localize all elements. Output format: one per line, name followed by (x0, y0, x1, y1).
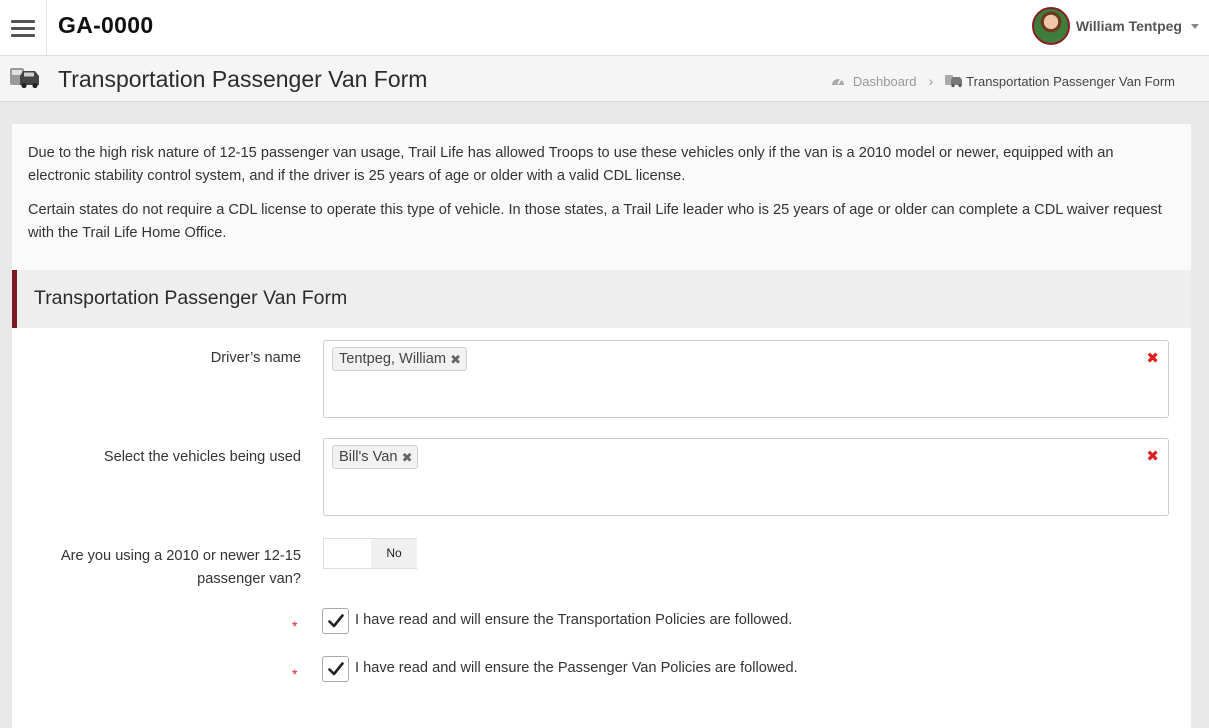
driver-name-label: Driver’s name (210, 350, 301, 366)
remove-tag-icon[interactable]: ✖ (402, 447, 413, 469)
driver-name-select[interactable]: Tentpeg, William ✖ ✖ (323, 340, 1169, 418)
passenger-van-policies-label: I have read and will ensure the Passenge… (355, 660, 798, 676)
required-marker: * (292, 666, 298, 682)
passenger-van-policies-checkbox[interactable] (322, 656, 349, 682)
clear-icon[interactable]: ✖ (1146, 447, 1159, 465)
breadcrumb: Dashboard › Transportation Passenger Van… (831, 73, 1175, 89)
intro-paragraph-1: Due to the high risk nature of 12-15 pas… (28, 145, 1114, 184)
van-car-icon (945, 75, 963, 88)
chevron-right-icon: › (928, 73, 934, 89)
top-navbar: GA-0000 William Tentpeg (0, 0, 1209, 56)
van-question-label: Are you using a 2010 or newer 12-15 pass… (61, 545, 301, 591)
driver-tag-text: Tentpeg, William (339, 351, 447, 367)
intro-paragraph-2: Certain states do not require a CDL lice… (28, 202, 1162, 241)
avatar (1031, 7, 1070, 45)
intro-text: Due to the high risk nature of 12-15 pas… (12, 124, 1191, 245)
transportation-policies-checkbox[interactable] (322, 608, 349, 634)
hamburger-menu-button[interactable] (0, 0, 47, 55)
hamburger-icon (11, 18, 35, 38)
user-name: William Tentpeg (1075, 18, 1182, 34)
vehicles-select[interactable]: Bill's Van ✖ ✖ (323, 438, 1169, 516)
clear-icon[interactable]: ✖ (1146, 349, 1159, 367)
form-body: Driver’s name Tentpeg, William ✖ ✖ Selec… (12, 328, 1191, 728)
form-section-title: Transportation Passenger Van Form (34, 287, 348, 309)
remove-tag-icon[interactable]: ✖ (450, 349, 461, 371)
transportation-policies-label: I have read and will ensure the Transpor… (355, 612, 793, 628)
van-2010-toggle[interactable]: No (323, 538, 417, 569)
form-section-header: Transportation Passenger Van Form (12, 270, 1191, 328)
checkmark-icon (328, 662, 344, 676)
van-question-line-2: passenger van? (197, 571, 301, 587)
breadcrumb-current: Transportation Passenger Van Form (966, 73, 1175, 89)
app-title: GA-0000 (58, 12, 154, 38)
user-menu[interactable]: William Tentpeg (1031, 6, 1199, 46)
page-title: Transportation Passenger Van Form (58, 66, 428, 92)
van-question-line-1: Are you using a 2010 or newer 12-15 (60, 548, 301, 564)
breadcrumb-dashboard-link[interactable]: Dashboard (853, 74, 917, 89)
chevron-down-icon (1191, 23, 1199, 29)
vehicles-label: Select the vehicles being used (103, 449, 301, 465)
driver-tag: Tentpeg, William ✖ (332, 347, 468, 371)
required-marker: * (292, 618, 298, 634)
toggle-handle (324, 539, 371, 568)
checkmark-icon (328, 614, 344, 628)
dashboard-icon (831, 78, 844, 85)
van-car-icon (10, 68, 39, 89)
content-card: Due to the high risk nature of 12-15 pas… (12, 124, 1191, 728)
vehicle-tag-text: Bill's Van (339, 449, 398, 465)
page-header: Transportation Passenger Van Form Dashbo… (0, 56, 1209, 102)
vehicle-tag: Bill's Van ✖ (332, 445, 419, 469)
toggle-state-label: No (371, 539, 417, 568)
